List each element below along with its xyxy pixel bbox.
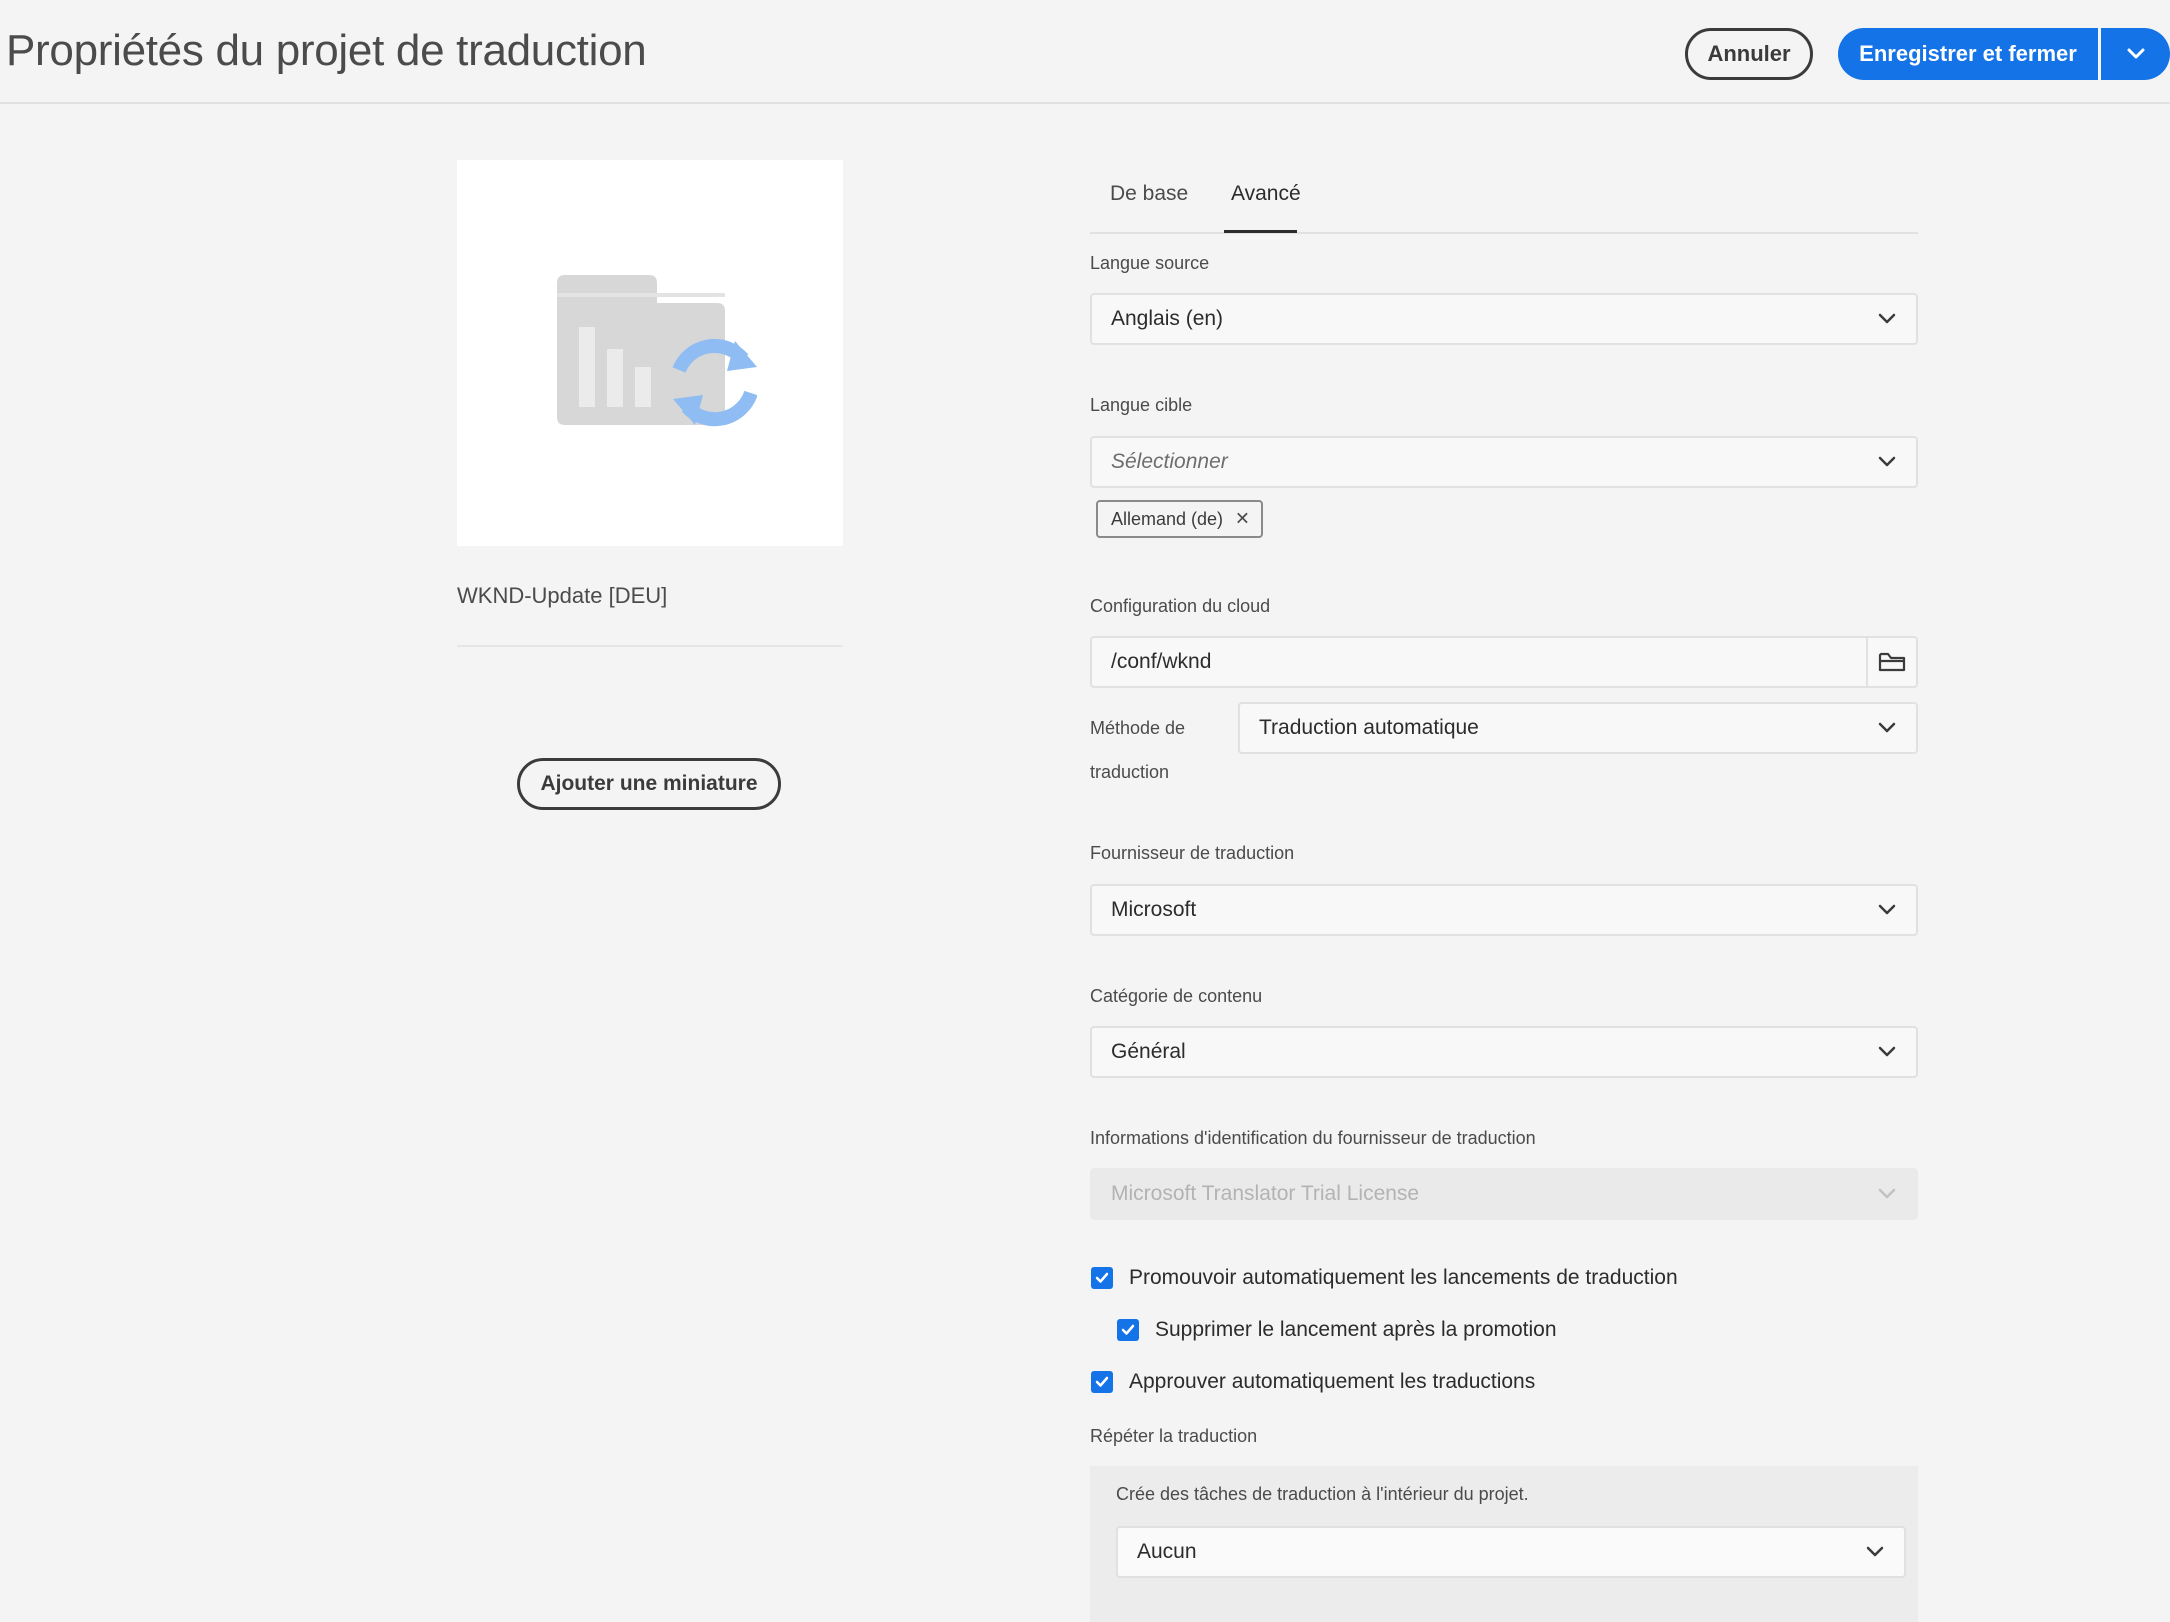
source-language-value: Anglais (en) (1111, 307, 1224, 330)
repeat-translation-description: Crée des tâches de traduction à l'intéri… (1116, 1484, 1529, 1504)
target-language-placeholder: Sélectionner (1111, 450, 1228, 473)
credentials-label: Informations d'identification du fournis… (1090, 1128, 1536, 1148)
translation-method-label-line1: Méthode de (1090, 718, 1186, 738)
browse-button[interactable] (1866, 636, 1918, 688)
repeat-translation-panel: Crée des tâches de traduction à l'intéri… (1090, 1466, 1918, 1622)
translation-project-icon (557, 275, 757, 427)
provider-select[interactable]: Microsoft (1090, 884, 1918, 936)
target-language-tag: Allemand (de) ✕ (1096, 500, 1263, 538)
checkmark-icon[interactable] (1117, 1319, 1139, 1341)
target-language-tag-label: Allemand (de) (1111, 508, 1224, 529)
credentials-value: Microsoft Translator Trial License (1111, 1182, 1420, 1205)
translation-method-label-line2: traduction (1090, 762, 1170, 782)
chevron-down-icon (1878, 722, 1896, 733)
folder-icon (1878, 652, 1906, 672)
page-header: Propriétés du projet de traduction Annul… (0, 0, 2170, 104)
delete-launch-label: Supprimer le lancement après la promotio… (1155, 1318, 1557, 1341)
tab-bar: De base Avancé (1090, 160, 1918, 234)
source-language-label: Langue source (1090, 253, 1210, 273)
active-tab-indicator (1224, 230, 1297, 233)
content-category-value: Général (1111, 1040, 1186, 1063)
cancel-button[interactable]: Annuler (1685, 28, 1813, 80)
provider-label: Fournisseur de traduction (1090, 843, 1295, 863)
chevron-down-icon (1866, 1546, 1884, 1557)
target-language-label: Langue cible (1090, 395, 1193, 415)
chevron-down-icon (1878, 904, 1896, 915)
project-name: WKND-Update [DEU] (457, 583, 668, 608)
source-language-select[interactable]: Anglais (en) (1090, 293, 1918, 345)
chevron-down-icon (1878, 1046, 1896, 1057)
translation-method-select[interactable]: Traduction automatique (1238, 702, 1918, 754)
auto-promote-checkbox[interactable]: Promouvoir automatiquement les lancement… (1091, 1266, 1678, 1290)
content-category-select[interactable]: Général (1090, 1026, 1918, 1078)
cloud-config-label: Configuration du cloud (1090, 596, 1271, 616)
translation-method-value: Traduction automatique (1259, 716, 1479, 739)
content-category-label: Catégorie de contenu (1090, 986, 1263, 1006)
checkmark-icon[interactable] (1091, 1267, 1113, 1289)
repeat-translation-value: Aucun (1137, 1540, 1197, 1563)
cloud-config-input[interactable]: /conf/wknd (1090, 636, 1868, 688)
project-thumbnail (457, 160, 843, 546)
target-language-select[interactable]: Sélectionner (1090, 436, 1918, 488)
auto-promote-label: Promouvoir automatiquement les lancement… (1129, 1266, 1678, 1289)
chevron-down-icon (1878, 313, 1896, 324)
chevron-down-icon (2127, 48, 2144, 59)
tab-advanced[interactable]: Avancé (1231, 182, 1301, 206)
cloud-config-value: /conf/wknd (1111, 650, 1212, 673)
page-title: Propriétés du projet de traduction (6, 26, 647, 75)
checkmark-icon[interactable] (1091, 1371, 1113, 1393)
delete-launch-checkbox[interactable]: Supprimer le lancement après la promotio… (1117, 1318, 1557, 1342)
auto-approve-checkbox[interactable]: Approuver automatiquement les traduction… (1091, 1370, 1535, 1394)
repeat-translation-select[interactable]: Aucun (1116, 1526, 1906, 1578)
save-options-button[interactable] (2101, 28, 2170, 80)
provider-value: Microsoft (1111, 898, 1197, 921)
divider (457, 645, 843, 647)
repeat-translation-label: Répéter la traduction (1090, 1426, 1258, 1446)
chevron-down-icon (1878, 1188, 1896, 1199)
chevron-down-icon (1878, 456, 1896, 467)
add-thumbnail-button[interactable]: Ajouter une miniature (517, 758, 781, 810)
auto-approve-label: Approuver automatiquement les traduction… (1129, 1370, 1536, 1393)
save-and-close-button[interactable]: Enregistrer et fermer (1838, 28, 2098, 80)
close-icon[interactable]: ✕ (1235, 509, 1250, 530)
credentials-select: Microsoft Translator Trial License (1090, 1168, 1918, 1220)
tab-basic[interactable]: De base (1110, 182, 1188, 206)
